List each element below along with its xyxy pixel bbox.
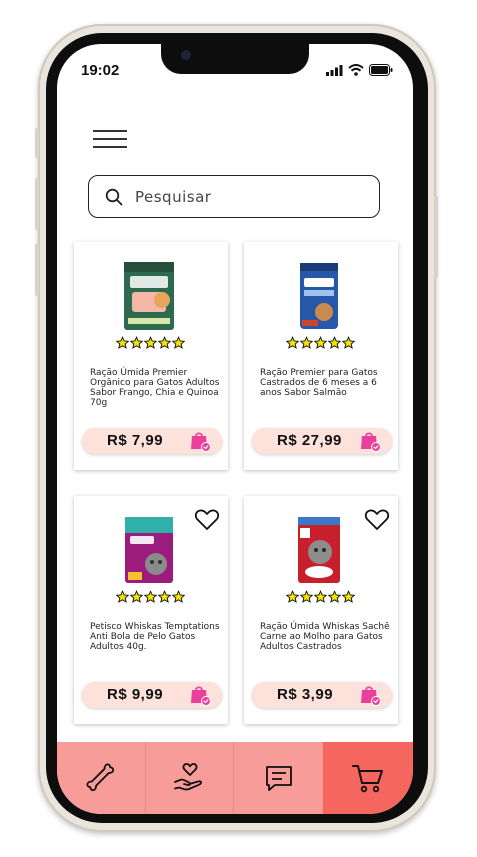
nav-item-products[interactable] <box>57 742 146 814</box>
product-image <box>300 263 338 329</box>
star-icon <box>144 336 157 349</box>
star-icon <box>158 336 171 349</box>
hamburger-menu-icon[interactable] <box>93 130 127 150</box>
search-icon <box>105 188 123 205</box>
status-icons <box>326 64 393 76</box>
shopping-bag-icon[interactable] <box>358 683 382 707</box>
product-name: Petisco Whiskas Temptations Anti Bola de… <box>90 622 220 652</box>
star-icon <box>314 336 327 349</box>
camera-icon <box>181 50 191 60</box>
product-image <box>298 517 340 583</box>
star-icon <box>144 590 157 603</box>
shopping-bag-icon[interactable] <box>358 429 382 453</box>
phone-side-button <box>35 244 39 296</box>
nav-item-cart[interactable] <box>323 742 413 814</box>
product-card[interactable]: Ração Úmida Premier Orgânico para Gatos … <box>74 242 228 470</box>
product-name: Ração Úmida Premier Orgânico para Gatos … <box>90 368 220 408</box>
bottom-navigation <box>57 742 413 814</box>
rating-stars <box>286 590 355 603</box>
product-image <box>125 517 173 583</box>
star-icon <box>158 590 171 603</box>
battery-icon <box>369 64 393 76</box>
add-to-cart-button[interactable]: R$ 3,99 <box>252 682 392 708</box>
rating-stars <box>116 336 185 349</box>
product-name: Ração Úmida Whiskas Sachê Carne ao Molho… <box>260 622 390 652</box>
product-image <box>124 262 174 330</box>
star-icon <box>328 336 341 349</box>
star-icon <box>172 336 185 349</box>
star-icon <box>314 590 327 603</box>
star-icon <box>130 336 143 349</box>
add-to-cart-button[interactable]: R$ 27,99 <box>252 428 392 454</box>
rating-stars <box>286 336 355 349</box>
star-icon <box>342 336 355 349</box>
cart-icon <box>352 765 383 793</box>
product-name: Ração Premier para Gatos Castrados de 6 … <box>260 368 378 398</box>
star-icon <box>172 590 185 603</box>
shopping-bag-icon[interactable] <box>188 683 212 707</box>
star-icon <box>286 590 299 603</box>
star-icon <box>342 590 355 603</box>
star-icon <box>116 590 129 603</box>
add-to-cart-button[interactable]: R$ 9,99 <box>82 682 222 708</box>
product-card[interactable]: Ração Úmida Whiskas Sachê Carne ao Molho… <box>244 496 398 724</box>
nav-item-donations[interactable] <box>146 742 234 814</box>
star-icon <box>300 590 313 603</box>
phone-side-button <box>35 178 39 230</box>
star-icon <box>300 336 313 349</box>
search-bar[interactable] <box>88 175 380 218</box>
app-screen: 19:02 Pesquisar Ração Úmida Premier Orgâ… <box>57 44 413 814</box>
wifi-icon <box>348 64 364 76</box>
rating-stars <box>116 590 185 603</box>
bone-icon <box>86 763 115 792</box>
add-to-cart-button[interactable]: R$ 7,99 <box>82 428 222 454</box>
nav-item-chat[interactable] <box>234 742 323 814</box>
product-price: R$ 3,99 <box>277 686 334 703</box>
favorite-heart-icon[interactable] <box>364 508 390 532</box>
notch <box>161 44 309 74</box>
product-card[interactable]: Petisco Whiskas Temptations Anti Bola de… <box>74 496 228 724</box>
product-price: R$ 27,99 <box>277 432 342 449</box>
star-icon <box>116 336 129 349</box>
search-input[interactable] <box>133 186 357 207</box>
product-price: R$ 7,99 <box>107 432 164 449</box>
signal-icon <box>326 64 343 76</box>
product-card[interactable]: Ração Premier para Gatos Castrados de 6 … <box>244 242 398 470</box>
status-time: 19:02 <box>81 62 120 79</box>
star-icon <box>130 590 143 603</box>
chat-icon <box>265 766 292 791</box>
shopping-bag-icon[interactable] <box>188 429 212 453</box>
heart-hand-icon <box>173 763 202 791</box>
star-icon <box>286 336 299 349</box>
phone-side-button <box>35 128 39 158</box>
product-price: R$ 9,99 <box>107 686 164 703</box>
star-icon <box>328 590 341 603</box>
favorite-heart-icon[interactable] <box>194 508 220 532</box>
phone-side-button <box>434 196 438 278</box>
